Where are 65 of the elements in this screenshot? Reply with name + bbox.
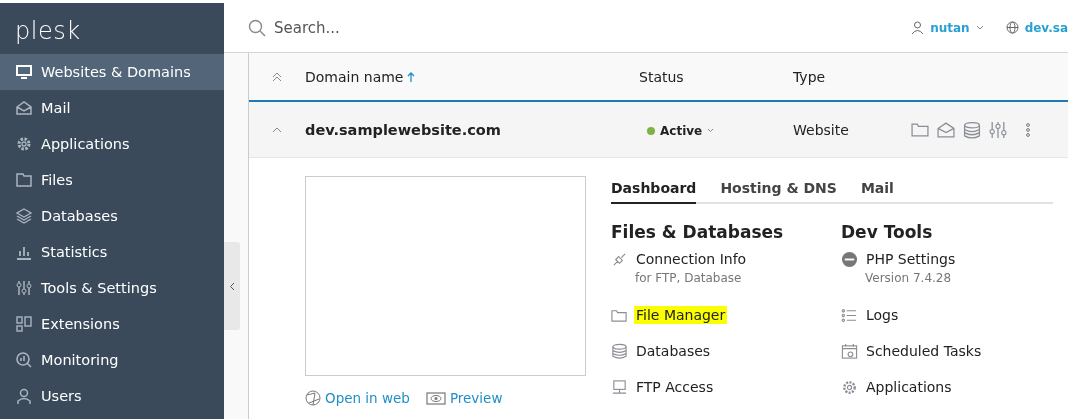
- sliders-icon: [15, 279, 33, 297]
- chevron-down-icon: [707, 128, 715, 133]
- dashboard-link[interactable]: PHP Settings: [864, 250, 958, 268]
- plesk-logo[interactable]: plesk: [0, 3, 224, 54]
- globe-icon: [1005, 21, 1019, 34]
- search-icon: [248, 18, 266, 37]
- sidebar-item[interactable]: Monitoring: [0, 342, 224, 378]
- sidebar-item[interactable]: Tools & Settings: [0, 270, 224, 306]
- blocks-icon: [15, 315, 33, 333]
- sidebar-item[interactable]: Files: [0, 162, 224, 198]
- collapse-handle[interactable]: [224, 242, 240, 330]
- sidebar-item[interactable]: Users: [0, 378, 224, 414]
- sidebar-item[interactable]: Mail: [0, 90, 224, 126]
- database-icon[interactable]: [963, 120, 981, 139]
- dashboard-link[interactable]: Scheduled Tasks: [864, 342, 984, 360]
- dashboard-link[interactable]: Databases: [634, 342, 713, 360]
- calendar-clock-icon: [841, 342, 858, 360]
- gear-icon: [15, 135, 33, 153]
- dashboard-link[interactable]: File Manager: [634, 306, 728, 324]
- collapse-all-icon[interactable]: [272, 71, 282, 82]
- dashboard-link[interactable]: Logs: [864, 306, 901, 324]
- gear-icon: [841, 378, 858, 396]
- search-field[interactable]: Search...: [274, 18, 904, 37]
- link[interactable]: Open in web: [305, 390, 410, 406]
- section-heading: Files & Databases: [611, 222, 785, 242]
- column-header[interactable]: Type: [793, 68, 826, 85]
- status-dropdown[interactable]: Active: [647, 123, 715, 138]
- sidebar-item[interactable]: Statistics: [0, 234, 224, 270]
- eye-icon: [425, 390, 446, 406]
- tab[interactable]: Hosting & DNS: [720, 176, 837, 204]
- user-icon: [911, 21, 925, 34]
- monitor-icon: [15, 63, 33, 81]
- sidebar-item[interactable]: Applications: [0, 126, 224, 162]
- globe-icon: [305, 390, 321, 406]
- sliders-icon[interactable]: [989, 120, 1007, 139]
- domain-link[interactable]: dev.samplewebsite.com: [305, 121, 501, 138]
- list-icon: [841, 306, 858, 324]
- magnifier-chart-icon: [15, 351, 33, 369]
- sidebar-item[interactable]: Databases: [0, 198, 224, 234]
- database-icon: [611, 342, 628, 360]
- section-heading: Dev Tools: [841, 222, 934, 242]
- sort-up-arrow-icon: [407, 71, 416, 82]
- item-note: for FTP, Database: [635, 271, 743, 285]
- item-note: Version 7.4.28: [865, 271, 953, 285]
- computer-icon: [611, 378, 628, 396]
- tab[interactable]: Dashboard: [611, 176, 697, 204]
- table-cell: Website: [793, 121, 849, 138]
- dashboard-link[interactable]: FTP Access: [634, 378, 716, 396]
- sidebar-item[interactable]: Websites & Domains: [0, 54, 224, 90]
- chevron-left-icon: [229, 281, 235, 291]
- envelope-icon: [15, 99, 33, 117]
- dashboard-link[interactable]: Connection Info: [634, 250, 749, 268]
- column-header[interactable]: Domain name: [305, 68, 404, 85]
- chevron-up-icon[interactable]: [272, 126, 282, 133]
- tab[interactable]: Mail: [860, 176, 894, 204]
- layers-icon: [15, 207, 33, 225]
- chevron-down-icon: [975, 24, 984, 31]
- folder-icon: [15, 171, 33, 189]
- sidebar-item[interactable]: Extensions: [0, 306, 224, 342]
- user-icon: [15, 387, 33, 405]
- more-options-icon[interactable]: [1025, 121, 1031, 138]
- dashboard-link[interactable]: Applications: [864, 378, 954, 396]
- envelope-icon[interactable]: [937, 120, 955, 139]
- column-header[interactable]: Status: [639, 68, 684, 85]
- link[interactable]: Preview: [425, 390, 503, 406]
